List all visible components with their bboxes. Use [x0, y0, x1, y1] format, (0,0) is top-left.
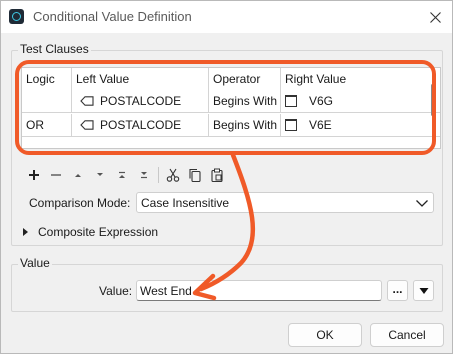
move-bottom-button[interactable] [133, 165, 155, 185]
title-bar: Conditional Value Definition [1, 1, 452, 33]
right-value-text: V6G [309, 94, 334, 108]
attribute-icon [80, 120, 94, 130]
move-top-button[interactable] [111, 165, 133, 185]
move-up-button[interactable] [67, 165, 89, 185]
test-clauses-label: Test Clauses [18, 42, 91, 56]
cut-icon [166, 168, 180, 182]
composite-expression-expander[interactable]: Composite Expression [23, 225, 158, 239]
ellipsis-label: ... [392, 281, 403, 296]
move-down-button[interactable] [89, 165, 111, 185]
column-header-operator: Operator [209, 68, 281, 90]
value-field-label: Value: [99, 284, 133, 298]
move-up-icon [75, 174, 81, 177]
move-down-icon [97, 173, 103, 176]
window-title: Conditional Value Definition [33, 9, 192, 24]
ellipsis-button[interactable]: ... [387, 280, 408, 301]
comparison-mode-value: Case Insensitive [141, 195, 230, 210]
cell-operator[interactable]: Begins With [209, 90, 281, 112]
table-row[interactable]: POSTALCODE Begins With V6G [22, 90, 440, 113]
value-input[interactable]: West End [136, 280, 382, 301]
value-input-text: West End [140, 283, 192, 298]
comparison-mode-select[interactable]: Case Insensitive [136, 192, 434, 213]
composite-expression-label: Composite Expression [38, 225, 159, 239]
table-row[interactable]: OR POSTALCODE Begins With V6E [22, 114, 440, 137]
cell-operator[interactable]: Begins With [209, 114, 281, 136]
comparison-mode-label: Comparison Mode: [29, 196, 131, 210]
move-bottom-icon [141, 172, 147, 179]
add-button[interactable] [23, 165, 45, 185]
move-top-icon [119, 171, 125, 178]
toolbar-separator [158, 167, 159, 183]
cell-right-value[interactable]: V6E [281, 114, 421, 136]
left-value-text: POSTALCODE [100, 118, 182, 132]
column-header-logic: Logic [22, 68, 72, 90]
right-value-text: V6E [309, 118, 332, 132]
cell-left-value[interactable]: POSTALCODE [72, 114, 209, 136]
left-value-text: POSTALCODE [100, 94, 182, 108]
cell-logic[interactable]: OR [22, 114, 72, 136]
clauses-table[interactable]: Logic Left Value Operator Right Value PO… [21, 67, 441, 149]
table-scrollbar[interactable] [431, 84, 434, 116]
cut-button[interactable] [162, 165, 184, 185]
expand-triangle-icon [23, 228, 28, 236]
cancel-button[interactable]: Cancel [370, 323, 444, 347]
clause-toolbar [23, 165, 228, 185]
copy-button[interactable] [184, 165, 206, 185]
dropdown-triangle-icon [419, 287, 428, 294]
cell-left-value[interactable]: POSTALCODE [72, 90, 209, 112]
value-menu-button[interactable] [413, 280, 434, 301]
fme-app-icon [9, 9, 24, 24]
close-button[interactable] [418, 1, 452, 33]
chevron-down-icon [416, 200, 428, 207]
column-header-left-value: Left Value [72, 68, 209, 90]
paste-button[interactable] [206, 165, 228, 185]
copy-icon [189, 168, 201, 182]
attribute-icon [80, 96, 94, 106]
cell-right-value[interactable]: V6G [281, 90, 421, 112]
column-header-right-value: Right Value [285, 72, 347, 86]
table-header-row: Logic Left Value Operator Right Value [22, 68, 440, 90]
add-icon [29, 170, 39, 180]
text-value-icon [285, 119, 297, 131]
conditional-value-dialog: Conditional Value Definition Test Clause… [0, 0, 453, 354]
remove-button[interactable] [45, 165, 67, 185]
cancel-button-label: Cancel [388, 328, 426, 342]
text-value-icon [285, 95, 297, 107]
close-icon [429, 11, 441, 23]
cell-logic[interactable] [22, 90, 72, 112]
ok-button[interactable]: OK [288, 323, 362, 347]
value-group-label: Value [18, 256, 52, 270]
ok-button-label: OK [316, 328, 334, 342]
remove-icon [51, 174, 61, 176]
paste-icon [211, 168, 223, 182]
